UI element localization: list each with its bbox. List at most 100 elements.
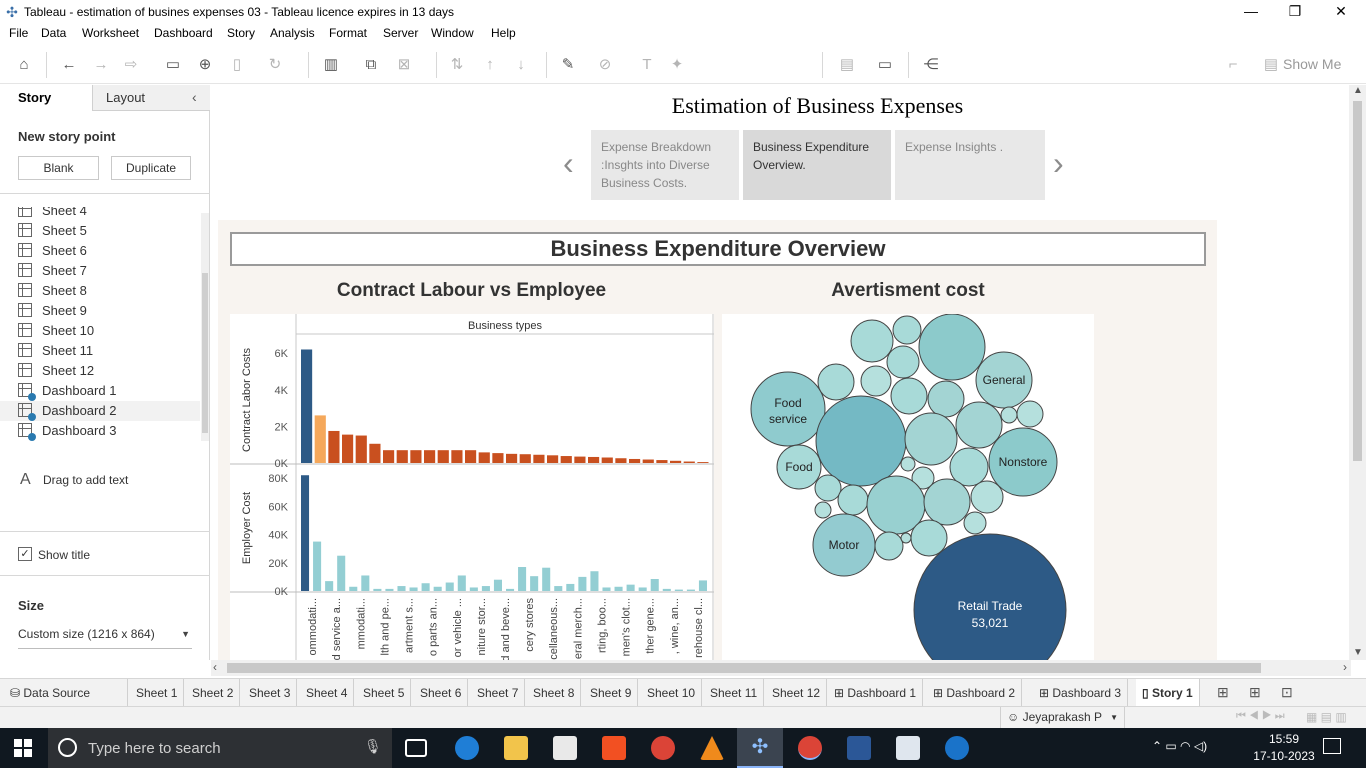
contract-labor-bar[interactable] bbox=[601, 457, 613, 463]
employer-cost-bar[interactable] bbox=[686, 589, 695, 591]
advertisement-bubble[interactable] bbox=[904, 412, 958, 466]
advertisement-bubble[interactable] bbox=[955, 401, 1003, 449]
tableau-taskbar-button[interactable]: ✣ bbox=[737, 728, 783, 768]
advertisement-bubble[interactable] bbox=[900, 532, 912, 544]
advertisement-bubble[interactable] bbox=[860, 365, 892, 397]
advertisement-bubble[interactable] bbox=[815, 395, 907, 487]
tab-dashboard[interactable]: ⊞ Dashboard 1 bbox=[828, 679, 924, 707]
windows-start-icon[interactable] bbox=[14, 739, 32, 757]
tab-sheet[interactable]: Sheet 5 bbox=[357, 679, 412, 707]
paste-icon[interactable]: ▯ bbox=[226, 54, 248, 76]
new-dashboard-tab-icon[interactable]: ⊞ bbox=[1249, 684, 1261, 701]
refresh-icon[interactable]: ↻ bbox=[264, 54, 286, 76]
employer-cost-bar[interactable] bbox=[433, 586, 442, 591]
sheet-item[interactable]: Sheet 6 bbox=[18, 241, 87, 261]
replace-data-icon[interactable]: ⇨ bbox=[120, 54, 142, 76]
show-me-icon[interactable]: ▤ bbox=[1260, 54, 1282, 76]
pin-icon[interactable]: ✦ bbox=[666, 54, 688, 76]
employer-cost-bar[interactable] bbox=[481, 586, 490, 591]
employer-cost-bar[interactable] bbox=[578, 576, 587, 591]
contract-labor-bar[interactable] bbox=[314, 415, 326, 463]
redo-icon[interactable]: → bbox=[90, 54, 112, 76]
tab-sheet[interactable]: Sheet 9 bbox=[584, 679, 639, 707]
advertisement-bubble[interactable] bbox=[927, 380, 965, 418]
employer-cost-bar[interactable] bbox=[373, 588, 382, 591]
employer-cost-bar[interactable] bbox=[506, 588, 515, 591]
tab-sheet[interactable]: Sheet 12 bbox=[766, 679, 828, 707]
tab-sheet[interactable]: Sheet 10 bbox=[641, 679, 703, 707]
tab-sheet[interactable]: Sheet 4 bbox=[300, 679, 355, 707]
new-data-source-icon[interactable]: ⊕ bbox=[194, 54, 216, 76]
employer-cost-bar[interactable] bbox=[469, 587, 478, 591]
contract-labor-bar[interactable] bbox=[574, 456, 586, 463]
contract-labor-bar[interactable] bbox=[437, 450, 449, 463]
employer-cost-bar[interactable] bbox=[361, 575, 370, 591]
clock-date[interactable]: 17-10-2023 bbox=[1251, 749, 1317, 763]
contract-labor-bar[interactable] bbox=[301, 349, 313, 463]
store-icon[interactable] bbox=[602, 736, 626, 760]
labels-icon[interactable]: T bbox=[636, 54, 658, 76]
employer-cost-bar[interactable] bbox=[421, 583, 430, 591]
tab-sheet[interactable]: Sheet 2 bbox=[186, 679, 241, 707]
advertisement-bubble[interactable] bbox=[1000, 406, 1018, 424]
employer-cost-bar[interactable] bbox=[337, 555, 346, 591]
employer-cost-bar[interactable] bbox=[614, 586, 623, 591]
next-point-icon[interactable]: › bbox=[1053, 147, 1064, 179]
employer-cost-bar[interactable] bbox=[650, 579, 659, 591]
menu-format[interactable]: Format bbox=[329, 26, 367, 40]
employer-cost-bar[interactable] bbox=[674, 589, 683, 591]
contract-labor-bar[interactable] bbox=[506, 453, 518, 463]
advertisement-bubble[interactable] bbox=[817, 363, 855, 401]
advertisement-bubble[interactable] bbox=[970, 480, 1004, 514]
sheet-item[interactable]: Sheet 8 bbox=[18, 281, 87, 301]
word-icon[interactable] bbox=[847, 736, 871, 760]
tab-story-active[interactable]: ▯ Story 1 bbox=[1136, 679, 1200, 707]
contract-labor-bar[interactable] bbox=[355, 435, 367, 463]
save-icon[interactable]: ▭ bbox=[162, 54, 184, 76]
sheet-item[interactable]: Sheet 9 bbox=[18, 301, 87, 321]
employer-cost-bar[interactable] bbox=[325, 581, 334, 591]
dashboard-item[interactable]: Dashboard 2 bbox=[0, 401, 200, 421]
blank-button[interactable]: Blank bbox=[18, 156, 99, 180]
employer-cost-bar[interactable] bbox=[493, 579, 502, 591]
previous-point-icon[interactable]: ‹ bbox=[563, 147, 574, 179]
employer-cost-bar[interactable] bbox=[554, 586, 563, 591]
contract-labor-bar[interactable] bbox=[383, 450, 395, 463]
dashboard-item[interactable]: Dashboard 3 bbox=[18, 421, 116, 441]
chart-type-icon[interactable]: ▤ bbox=[836, 54, 858, 76]
story-point-1[interactable]: Expense Breakdown :Insghts into Diverse … bbox=[591, 130, 739, 200]
chrome-window-icon[interactable] bbox=[798, 736, 822, 760]
advertisement-bubble[interactable] bbox=[900, 456, 916, 472]
sheet-item[interactable]: Sheet 10 bbox=[18, 321, 94, 341]
system-tray-icons[interactable]: ⌃ ▭ ◠ ◁) bbox=[1152, 739, 1207, 753]
vertical-scrollbar[interactable]: ▲ ▼ bbox=[1349, 85, 1366, 660]
size-dropdown[interactable]: Custom size (1216 x 864) ▼ bbox=[18, 627, 192, 649]
horizontal-scrollbar[interactable]: ‹ › bbox=[211, 660, 1351, 676]
employer-cost-bar[interactable] bbox=[698, 580, 707, 591]
advertisement-bubble[interactable] bbox=[814, 501, 832, 519]
contract-labor-bar[interactable] bbox=[656, 460, 668, 463]
group-icon[interactable]: ⊘ bbox=[594, 54, 616, 76]
highlight-icon[interactable]: ✎ bbox=[557, 54, 579, 76]
restore-button[interactable]: ❐ bbox=[1272, 0, 1318, 24]
notifications-icon[interactable] bbox=[1323, 738, 1341, 754]
menu-worksheet[interactable]: Worksheet bbox=[82, 26, 139, 40]
format-painter-icon[interactable]: ⌐ bbox=[1222, 54, 1244, 76]
menu-data[interactable]: Data bbox=[41, 26, 66, 40]
duplicate-button[interactable]: Duplicate bbox=[111, 156, 191, 180]
contract-labor-bar[interactable] bbox=[642, 459, 654, 463]
menu-help[interactable]: Help bbox=[491, 26, 516, 40]
close-button[interactable]: ✕ bbox=[1318, 0, 1364, 24]
contract-labor-bar[interactable] bbox=[683, 461, 695, 463]
contract-labor-bar[interactable] bbox=[588, 456, 600, 463]
sheet-item[interactable]: Sheet 12 bbox=[18, 361, 94, 381]
advertisement-bubble[interactable] bbox=[837, 484, 869, 516]
dashboard-item[interactable]: Dashboard 1 bbox=[18, 381, 116, 401]
file-explorer-icon[interactable] bbox=[504, 736, 528, 760]
collapse-pane-icon[interactable]: ‹ bbox=[192, 89, 197, 105]
contract-labor-bar[interactable] bbox=[533, 454, 545, 463]
advertisement-bubble[interactable] bbox=[918, 314, 986, 381]
show-title-checkbox[interactable]: ✓ bbox=[18, 547, 32, 561]
tab-dashboard[interactable]: ⊞ Dashboard 3 bbox=[1033, 679, 1129, 707]
tab-navigation-icons[interactable]: ⏮ ◀ ▶ ⏭ bbox=[1236, 710, 1285, 723]
